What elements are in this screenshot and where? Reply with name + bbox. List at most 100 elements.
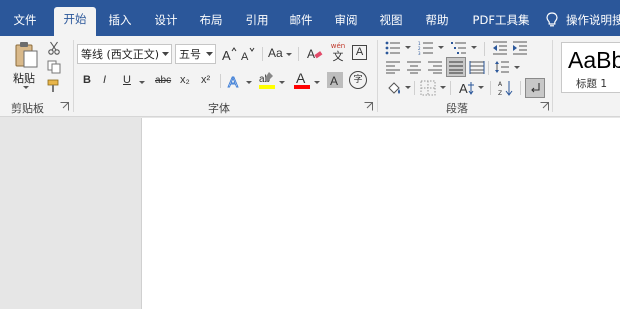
shading-caret[interactable] — [405, 86, 411, 89]
svg-text:Z: Z — [498, 90, 502, 97]
bold-button[interactable]: B — [83, 74, 91, 86]
enclose-char-button[interactable]: 字 — [349, 71, 367, 89]
change-case-caret[interactable] — [286, 53, 292, 56]
clipboard-launcher-icon[interactable] — [60, 102, 69, 111]
style-name: 标题 1 — [576, 78, 608, 90]
font-group-label: 字体 — [208, 102, 230, 115]
char-shading-icon[interactable]: A — [326, 71, 344, 89]
bullets-caret[interactable] — [405, 46, 411, 49]
justify-icon[interactable] — [446, 57, 466, 77]
align-center-icon[interactable] — [406, 59, 422, 75]
borders-icon[interactable] — [419, 79, 437, 97]
borders-caret[interactable] — [440, 86, 446, 89]
tab-design[interactable]: 设计 — [145, 8, 187, 36]
svg-text:A: A — [307, 47, 315, 61]
underline-button[interactable]: U — [123, 74, 131, 86]
divider — [414, 81, 415, 95]
align-right-icon[interactable] — [427, 59, 443, 75]
grow-font-icon[interactable]: A — [220, 45, 237, 63]
font-launcher-icon[interactable] — [364, 102, 373, 111]
group-separator — [377, 40, 378, 112]
tell-me-label: 操作说明搜 — [566, 13, 620, 27]
italic-button[interactable]: I — [103, 74, 106, 86]
phonetic-guide-ruby: wén — [330, 42, 346, 50]
divider — [262, 47, 263, 61]
divider — [520, 81, 521, 95]
divider — [220, 74, 221, 88]
superscript-button[interactable]: x² — [201, 74, 210, 86]
divider — [450, 81, 451, 95]
svg-text:A: A — [330, 74, 338, 88]
increase-indent-icon[interactable] — [512, 40, 528, 56]
chinese-layout-caret[interactable] — [478, 86, 484, 89]
clear-formatting-icon[interactable]: A — [305, 44, 323, 62]
cut-icon[interactable] — [46, 40, 62, 56]
font-color-swatch — [294, 85, 310, 89]
format-painter-icon[interactable] — [46, 78, 62, 94]
tab-pdf-tools[interactable]: PDF工具集 — [462, 8, 540, 36]
tab-references[interactable]: 引用 — [236, 8, 278, 36]
numbering-caret[interactable] — [438, 46, 444, 49]
numbering-icon[interactable]: 123 — [418, 40, 434, 56]
char-border-button[interactable]: A — [352, 45, 367, 60]
tab-insert[interactable]: 插入 — [100, 8, 140, 36]
style-sample-text: AaBb — [568, 47, 620, 73]
ribbon-tab-bar: 文件 开始 插入 设计 布局 引用 邮件 审阅 视图 帮助 PDF工具集 操作说… — [0, 0, 620, 36]
tab-home[interactable]: 开始 — [54, 7, 96, 36]
paste-button[interactable]: 粘贴 — [13, 70, 35, 86]
sort-icon[interactable]: AZ — [497, 78, 515, 98]
change-case-button[interactable]: Aa — [268, 46, 283, 60]
bullets-icon[interactable] — [385, 40, 401, 56]
tab-mailings[interactable]: 邮件 — [280, 8, 322, 36]
decrease-indent-icon[interactable] — [492, 40, 508, 56]
phonetic-guide-char: 文 — [332, 50, 344, 63]
highlight-caret[interactable] — [279, 81, 285, 84]
style-heading1[interactable]: AaBb 标题 1 — [561, 42, 620, 93]
tab-help[interactable]: 帮助 — [416, 8, 458, 36]
paste-options-caret[interactable] — [23, 86, 29, 89]
font-color-caret[interactable] — [314, 81, 320, 84]
tab-layout[interactable]: 布局 — [190, 8, 232, 36]
tab-file[interactable]: 文件 — [6, 8, 44, 36]
highlight-color-swatch — [259, 85, 275, 89]
shading-icon[interactable] — [385, 79, 403, 97]
line-spacing-icon[interactable] — [494, 59, 510, 75]
svg-text:A: A — [459, 81, 468, 96]
line-spacing-caret[interactable] — [514, 66, 520, 69]
lightbulb-icon — [546, 12, 558, 27]
multilevel-caret[interactable] — [471, 46, 477, 49]
chevron-down-icon[interactable] — [159, 45, 171, 63]
strikethrough-button[interactable]: abc — [155, 75, 171, 86]
divider — [484, 42, 485, 56]
group-separator — [552, 40, 553, 112]
font-name-combo[interactable]: 等线 (西文正文) — [77, 44, 172, 64]
divider — [298, 47, 299, 61]
svg-text:A: A — [222, 48, 231, 62]
highlight-icon[interactable]: ab — [257, 69, 277, 91]
font-size-value: 五号 — [179, 48, 201, 61]
font-color-icon[interactable]: A — [293, 69, 311, 91]
text-effects-caret[interactable] — [246, 81, 252, 84]
paragraph-launcher-icon[interactable] — [540, 102, 549, 111]
tell-me-search[interactable]: 操作说明搜 — [546, 7, 620, 33]
show-marks-icon[interactable] — [525, 78, 545, 98]
copy-icon[interactable] — [46, 59, 62, 75]
chinese-layout-icon[interactable]: A — [458, 79, 476, 97]
underline-caret[interactable] — [139, 81, 145, 84]
font-size-combo[interactable]: 五号 — [175, 44, 216, 64]
tab-view[interactable]: 视图 — [370, 8, 412, 36]
tab-review[interactable]: 审阅 — [325, 8, 367, 36]
subscript-button[interactable]: x₂ — [180, 74, 190, 86]
paste-icon[interactable] — [12, 40, 40, 70]
multilevel-list-icon[interactable] — [451, 40, 467, 56]
distributed-icon[interactable] — [469, 59, 485, 75]
clipboard-group-label: 剪贴板 — [11, 102, 44, 115]
phonetic-guide-button[interactable]: wén 文 — [330, 42, 346, 64]
text-effects-icon[interactable]: A — [226, 71, 244, 91]
shrink-font-icon[interactable]: A — [239, 45, 256, 63]
group-separator — [73, 40, 74, 112]
svg-text:A: A — [241, 51, 249, 62]
chevron-down-icon[interactable] — [203, 45, 215, 63]
align-left-icon[interactable] — [385, 59, 401, 75]
document-page[interactable] — [141, 118, 620, 309]
